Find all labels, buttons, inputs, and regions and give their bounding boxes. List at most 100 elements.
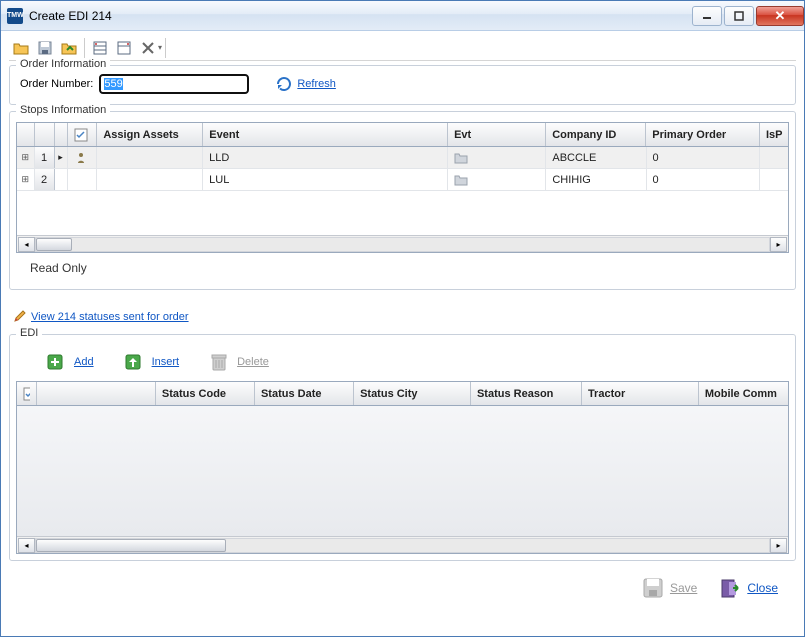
refresh-icon xyxy=(275,75,293,93)
scroll-right-icon[interactable]: ▸ xyxy=(770,237,787,252)
add-label: Add xyxy=(74,356,94,368)
insert-button[interactable]: Insert xyxy=(124,351,180,373)
cell-isp xyxy=(760,169,788,190)
save-label: Save xyxy=(670,581,697,595)
list-view-icon[interactable] xyxy=(88,37,112,59)
selector-col[interactable] xyxy=(68,123,98,146)
cell-primary: 0 xyxy=(647,169,761,190)
col-status-reason[interactable]: Status Reason xyxy=(471,382,582,405)
delete-icon[interactable] xyxy=(136,37,160,59)
tool-icon[interactable] xyxy=(112,37,136,59)
delete-label: Delete xyxy=(237,356,269,368)
save-icon[interactable] xyxy=(33,37,57,59)
delete-button: Delete xyxy=(209,351,269,373)
edi-grid-header: Status Code Status Date Status City Stat… xyxy=(17,382,788,406)
dropdown-arrow-icon[interactable]: ▾ xyxy=(158,43,162,52)
folder-icon xyxy=(454,152,468,164)
cell-assets xyxy=(97,147,203,168)
table-row[interactable]: ⊞ 2 LUL CHIHIG 0 xyxy=(17,169,788,191)
cell-company: CHIHIG xyxy=(546,169,646,190)
maximize-button[interactable] xyxy=(724,6,754,26)
edi-grid-body xyxy=(17,406,788,536)
stops-grid-header: Assign Assets Event Evt Company ID Prima… xyxy=(17,123,788,147)
view-statuses-label: View 214 statuses sent for order xyxy=(31,311,189,323)
col-evt[interactable]: Evt xyxy=(448,123,546,146)
edi-legend: EDI xyxy=(16,327,42,339)
col-primary-order[interactable]: Primary Order xyxy=(646,123,760,146)
col-blank[interactable] xyxy=(37,382,156,405)
row-number: 2 xyxy=(35,169,55,190)
col-status-date[interactable]: Status Date xyxy=(255,382,354,405)
window-title: Create EDI 214 xyxy=(29,9,690,23)
order-info-legend: Order Information xyxy=(16,58,110,70)
insert-label: Insert xyxy=(152,356,180,368)
import-icon[interactable] xyxy=(57,37,81,59)
row-action-icon[interactable] xyxy=(68,169,98,190)
order-information-group: Order Information Order Number: Refresh xyxy=(9,65,796,105)
row-caret-icon: ▸ xyxy=(55,147,68,168)
col-mobile-comm[interactable]: Mobile Comm xyxy=(699,382,788,405)
refresh-button[interactable]: Refresh xyxy=(275,75,336,93)
minimize-button[interactable] xyxy=(692,6,722,26)
col-status-city[interactable]: Status City xyxy=(354,382,471,405)
cell-evt xyxy=(448,169,546,190)
scroll-left-icon[interactable]: ◂ xyxy=(18,538,35,553)
scroll-thumb[interactable] xyxy=(36,539,226,552)
folder-icon xyxy=(454,174,468,186)
order-number-label: Order Number: xyxy=(20,78,93,90)
col-tractor[interactable]: Tractor xyxy=(582,382,699,405)
edi-group: EDI Add Insert Delete xyxy=(9,334,796,561)
view-statuses-link[interactable]: View 214 statuses sent for order xyxy=(13,310,189,324)
close-button[interactable]: Close xyxy=(719,577,778,599)
add-icon xyxy=(46,351,68,373)
col-assign-assets[interactable]: Assign Assets xyxy=(97,123,203,146)
rownum-col xyxy=(35,123,55,146)
cell-event: LLD xyxy=(203,147,448,168)
row-caret xyxy=(55,169,68,190)
row-number: 1 xyxy=(35,147,55,168)
caret-col xyxy=(55,123,68,146)
app-icon: TMW xyxy=(7,8,23,24)
window-frame: TMW Create EDI 214 ✕ xyxy=(0,0,805,637)
expand-icon[interactable]: ⊞ xyxy=(17,169,35,190)
cell-primary: 0 xyxy=(647,147,761,168)
edi-grid: Status Code Status Date Status City Stat… xyxy=(16,381,789,554)
cell-assets xyxy=(97,169,203,190)
table-row[interactable]: ⊞ 1 ▸ LLD ABCCLE 0 xyxy=(17,147,788,169)
selector-col[interactable] xyxy=(17,382,37,405)
col-status-code[interactable]: Status Code xyxy=(156,382,255,405)
cell-isp xyxy=(760,147,788,168)
trash-icon xyxy=(209,351,231,373)
scroll-left-icon[interactable]: ◂ xyxy=(18,237,35,252)
expand-col xyxy=(17,123,35,146)
add-button[interactable]: Add xyxy=(46,351,94,373)
stops-grid-body: ⊞ 1 ▸ LLD ABCCLE 0 xyxy=(17,147,788,235)
refresh-label: Refresh xyxy=(297,78,336,90)
scroll-right-icon[interactable]: ▸ xyxy=(770,538,787,553)
cell-event: LUL xyxy=(203,169,448,190)
scroll-track[interactable] xyxy=(35,237,770,252)
order-number-input[interactable] xyxy=(99,74,249,94)
close-label: Close xyxy=(747,581,778,595)
row-action-icon[interactable] xyxy=(68,147,98,168)
scroll-thumb[interactable] xyxy=(36,238,72,251)
titlebar: TMW Create EDI 214 ✕ xyxy=(1,1,804,31)
read-only-label: Read Only xyxy=(16,253,789,283)
col-company-id[interactable]: Company ID xyxy=(546,123,646,146)
expand-icon[interactable]: ⊞ xyxy=(17,147,35,168)
scroll-track[interactable] xyxy=(35,538,770,553)
open-icon[interactable] xyxy=(9,37,33,59)
stops-legend: Stops Information xyxy=(16,104,110,116)
pencil-icon xyxy=(13,310,27,324)
col-event[interactable]: Event xyxy=(203,123,448,146)
close-door-icon xyxy=(719,577,741,599)
stops-information-group: Stops Information Assign Assets Event Ev… xyxy=(9,111,796,290)
save-icon xyxy=(642,577,664,599)
edi-hscroll[interactable]: ◂ ▸ xyxy=(17,536,788,553)
footer: Save Close xyxy=(9,567,796,603)
stops-hscroll[interactable]: ◂ ▸ xyxy=(17,235,788,252)
col-isp[interactable]: IsP xyxy=(760,123,788,146)
cell-evt xyxy=(448,147,546,168)
stops-grid: Assign Assets Event Evt Company ID Prima… xyxy=(16,122,789,253)
close-window-button[interactable]: ✕ xyxy=(756,6,804,26)
